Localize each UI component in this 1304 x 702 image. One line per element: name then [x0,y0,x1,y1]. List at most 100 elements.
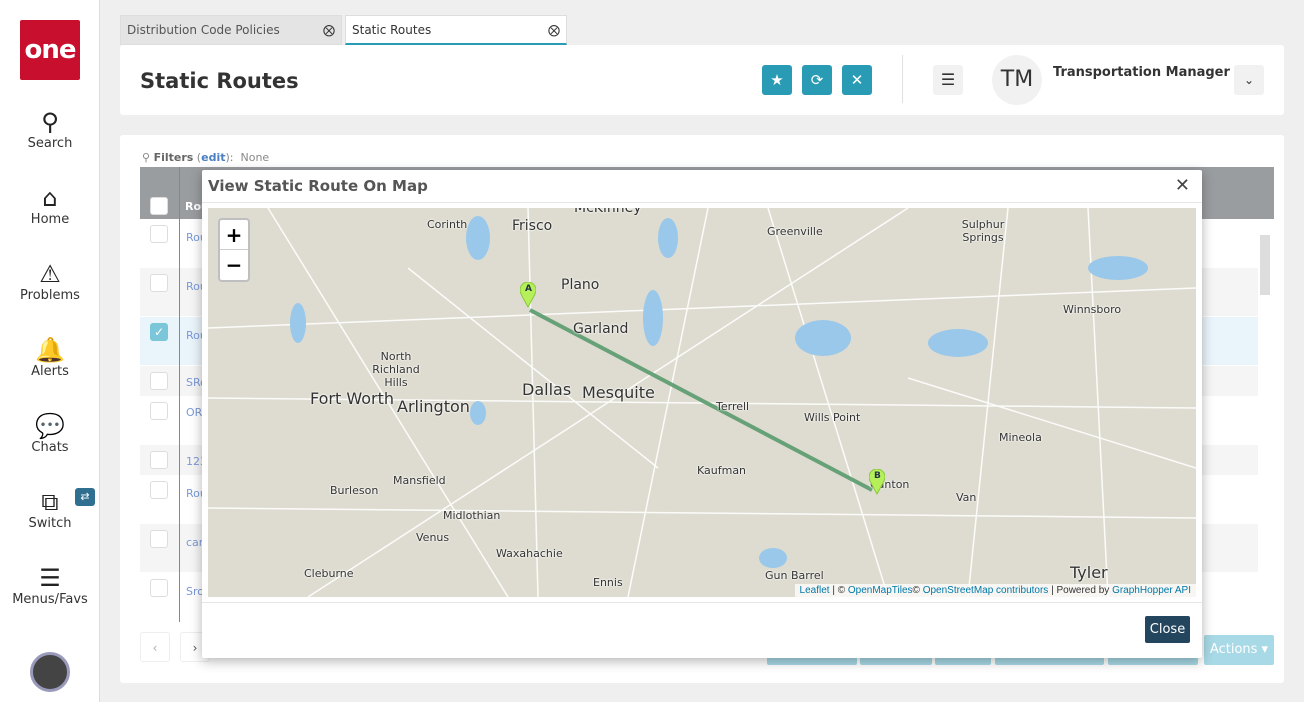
close-tab-icon[interactable]: ⨂ [548,23,560,37]
map-label: Venus [416,531,450,544]
nav-label: Alerts [31,364,69,379]
refresh-button[interactable]: ⟳ [802,65,832,95]
map-label: Garland [573,321,629,337]
map-label: Corinth [427,218,468,231]
close-button[interactable]: Close [1145,616,1190,643]
leaflet-link[interactable]: Leaflet [800,585,830,596]
nav-menus[interactable]: ☰ Menus/Favs [0,564,100,607]
map-label: Mineola [999,431,1042,444]
map-attribution: Leaflet | © OpenMapTiles© OpenStreetMap … [794,584,1196,597]
menu-icon: ☰ [39,564,61,592]
row-checkbox[interactable]: ✓ [150,323,168,341]
tab-static-routes[interactable]: Static Routes ⨂ [345,15,567,45]
filters-bar: ⚲ Filters (edit): None [142,151,270,164]
user-dropdown-button[interactable]: ⌄ [1234,65,1264,95]
zoom-out-button[interactable]: − [220,250,248,280]
nav-home[interactable]: ⌂ Home [0,184,100,227]
prev-page-button[interactable]: ‹ [140,632,170,662]
map-label: Winnsboro [1063,303,1122,316]
filters-edit-link[interactable]: edit [201,151,225,164]
home-icon: ⌂ [42,184,58,212]
row-checkbox[interactable] [150,274,168,292]
divider [202,602,1202,603]
row-checkbox[interactable] [150,530,168,548]
nav-alerts[interactable]: 🔔 Alerts [0,336,100,379]
column-divider [179,167,180,622]
user-avatar[interactable]: TM [992,55,1042,105]
row-link[interactable]: car [186,536,203,549]
marker-a-icon[interactable]: A [519,281,537,309]
chat-icon: 💬 [35,412,65,440]
page-menu-button[interactable]: ☰ [933,65,963,95]
graphhopper-link[interactable]: GraphHopper API [1112,585,1191,596]
nav-label: Home [30,212,70,227]
tab-label: Static Routes [352,22,432,37]
close-icon: ✕ [850,71,864,89]
openmaptiles-link[interactable]: OpenMapTiles [848,585,913,596]
modal-close-icon[interactable]: ✕ [1175,175,1190,196]
page-header: Static Routes ★ ⟳ ✕ ☰ TM Transportation … [120,45,1284,115]
chevron-down-icon: ⌄ [1243,73,1255,87]
search-icon: ⚲ [41,108,59,136]
row-checkbox[interactable] [150,372,168,390]
marker-label: B [874,471,881,481]
hamburger-icon: ☰ [940,70,956,89]
map-label: Gun Barrel [765,569,824,582]
sidebar: one ⚲ Search ⌂ Home ⚠ Problems 🔔 Alerts 💬 Cha… [0,0,100,702]
warning-icon: ⚠ [39,260,61,288]
marker-b-icon[interactable]: B [868,468,886,496]
map[interactable]: + − McKinney Frisco Corinth Plano Garlan… [208,208,1196,597]
search-icon: ⚲ [142,151,154,164]
map-label: Burleson [330,484,379,497]
map-label: Greenville [767,225,823,238]
user-name: Transportation Manager [1053,65,1230,80]
attribution-text: © [912,585,923,596]
attribution-text: | Powered by [1048,585,1113,596]
filters-value: None [240,151,270,164]
marker-label: A [525,284,532,294]
row-checkbox[interactable] [150,225,168,243]
zoom-control: + − [218,218,250,282]
nav-problems[interactable]: ⚠ Problems [0,260,100,303]
route-map-modal: View Static Route On Map ✕ + − McKinney … [202,170,1202,658]
zoom-in-button[interactable]: + [220,220,248,250]
refresh-icon: ⟳ [810,71,824,89]
map-label: Plano [561,277,600,293]
map-label: Tyler [1070,563,1108,582]
app-logo[interactable]: one [20,20,80,80]
row-checkbox[interactable] [150,402,168,420]
map-label: Sulphur Springs [961,218,1005,244]
nav-chats[interactable]: 💬 Chats [0,412,100,455]
select-all-checkbox[interactable] [150,197,168,215]
map-label: Mesquite [582,383,655,402]
map-label: North Richland Hills [372,350,420,389]
row-checkbox[interactable] [150,451,168,469]
row-checkbox[interactable] [150,579,168,597]
map-label: Fort Worth [310,389,395,408]
nav-label: Search [27,136,73,151]
close-page-button[interactable]: ✕ [842,65,872,95]
assistant-avatar[interactable] [30,652,70,692]
close-tab-icon[interactable]: ⨂ [323,23,335,37]
favorite-button[interactable]: ★ [762,65,792,95]
tab-label: Distribution Code Policies [127,23,280,37]
map-label: Midlothian [443,509,501,522]
map-label: Van [956,491,977,504]
switch-badge-icon: ⇄ [75,488,95,506]
nav-label: Chats [31,440,69,455]
attribution-text: | © [829,585,848,596]
osm-link[interactable]: OpenStreetMap contributors [923,585,1049,596]
bell-icon: 🔔 [35,336,65,364]
modal-title: View Static Route On Map [208,177,428,195]
nav-label: Problems [20,288,80,303]
tab-bar: Distribution Code Policies ⨂ Static Route… [120,15,570,45]
tab-distribution-code-policies[interactable]: Distribution Code Policies ⨂ [120,15,342,45]
nav-search[interactable]: ⚲ Search [0,108,100,151]
actions-button[interactable]: Actions ▾ [1204,635,1274,665]
filters-label: Filters [153,151,194,164]
map-label: Ennis [593,576,623,589]
row-link[interactable]: OR [186,406,202,419]
map-label: Kaufman [697,464,747,477]
vertical-scrollbar[interactable] [1260,235,1270,295]
row-checkbox[interactable] [150,481,168,499]
